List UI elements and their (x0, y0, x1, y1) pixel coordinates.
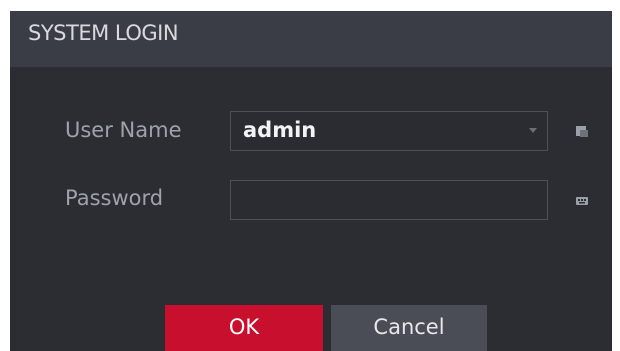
system-login-dialog: SYSTEM LOGIN User Name admin Password OK… (10, 11, 612, 351)
username-dropdown[interactable]: admin (230, 111, 548, 151)
password-label: Password (65, 186, 164, 210)
user-select-icon[interactable] (575, 124, 589, 138)
username-value: admin (243, 118, 317, 142)
username-label: User Name (65, 118, 182, 142)
cancel-button[interactable]: Cancel (331, 305, 487, 351)
dialog-title: SYSTEM LOGIN (28, 21, 179, 45)
title-bar: SYSTEM LOGIN (10, 11, 612, 67)
ok-button[interactable]: OK (165, 305, 323, 351)
password-field-container (230, 180, 548, 220)
keyboard-icon[interactable] (575, 194, 589, 208)
chevron-down-icon[interactable] (529, 128, 537, 133)
password-field[interactable] (231, 181, 547, 219)
